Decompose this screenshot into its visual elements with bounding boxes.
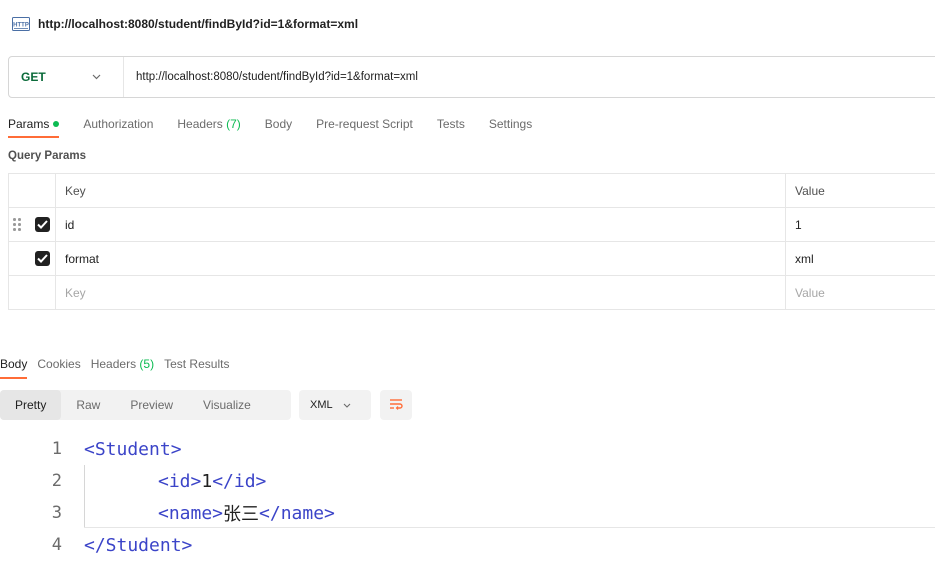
url-bar: GET http://localhost:8080/student/findBy… <box>8 56 935 98</box>
xml-tag: <id> <box>158 470 202 492</box>
code-text: </Student> <box>84 529 192 561</box>
new-value-input[interactable]: Value <box>786 276 935 309</box>
method-select[interactable]: GET <box>9 57 124 97</box>
format-label: XML <box>310 399 333 411</box>
url-input[interactable]: http://localhost:8080/student/findById?i… <box>124 71 418 83</box>
code-text: <Student> <box>84 433 182 465</box>
code-line: 3 <name> 张三 </name> <box>0 497 935 529</box>
xml-tag-closing: </Student> <box>84 534 193 556</box>
xml-tag: <Student> <box>84 438 182 460</box>
method-label: GET <box>21 70 46 84</box>
query-params-title: Query Params <box>8 150 86 162</box>
response-tabs: Body Cookies Headers (5) Test Results <box>0 357 239 379</box>
response-tab-headers[interactable]: Headers (5) <box>91 357 154 379</box>
response-headers-count: (5) <box>139 357 155 371</box>
table-row: format xml <box>8 242 935 276</box>
response-tab-cookies[interactable]: Cookies <box>37 357 80 379</box>
chevron-down-icon <box>92 72 101 83</box>
chevron-down-icon <box>343 400 351 410</box>
xml-text: 1 <box>201 470 213 492</box>
tab-label: Pre-request Script <box>316 117 413 131</box>
view-raw-button[interactable]: Raw <box>61 390 115 420</box>
table-header-row: Key Value <box>8 174 935 208</box>
table-row-empty: Key Value <box>8 276 935 310</box>
header-check-cell <box>9 174 56 207</box>
check-cell <box>9 242 56 275</box>
tab-label: Tests <box>436 117 465 131</box>
tab-pre-request-script[interactable]: Pre-request Script <box>316 116 425 138</box>
tab-label: Params <box>8 117 50 131</box>
check-cell <box>9 208 56 241</box>
tab-settings[interactable]: Settings <box>489 116 544 138</box>
view-pretty-button[interactable]: Pretty <box>0 390 62 420</box>
response-tab-body[interactable]: Body <box>0 357 28 379</box>
code-line: 4 </Student> <box>0 529 935 561</box>
checkbox-checked-icon[interactable] <box>35 217 50 232</box>
xml-tag: </name> <box>259 502 335 524</box>
request-tab-title: HTTP http://localhost:8080/student/findB… <box>12 14 358 34</box>
line-number: 3 <box>51 503 62 523</box>
request-title: http://localhost:8080/student/findById?i… <box>38 17 359 31</box>
column-header-value: Value <box>795 183 825 198</box>
drag-handle-icon[interactable] <box>13 218 23 232</box>
column-header-key: Key <box>56 174 786 207</box>
tab-label: Headers <box>177 117 223 131</box>
wrap-lines-icon <box>388 397 404 414</box>
view-visualize-button[interactable]: Visualize <box>188 390 266 420</box>
wrap-lines-button[interactable] <box>380 390 412 420</box>
tab-authorization[interactable]: Authorization <box>83 116 165 138</box>
view-mode-group: Pretty Raw Preview Visualize <box>0 390 291 420</box>
param-value-input[interactable]: 1 <box>786 208 935 241</box>
checkbox-checked-icon[interactable] <box>35 251 50 266</box>
code-line: 2 <id> 1 </id> <box>0 465 935 497</box>
headers-count: (7) <box>226 117 241 131</box>
request-tabs: Params Authorization Headers (7) Body Pr… <box>8 116 556 138</box>
code-text: <name> 张三 </name> <box>158 497 335 529</box>
response-tab-test-results[interactable]: Test Results <box>164 357 229 379</box>
tab-headers[interactable]: Headers (7) <box>177 116 252 138</box>
http-icon: HTTP <box>12 17 30 31</box>
xml-text: 张三 <box>223 504 260 525</box>
param-key-input[interactable]: format <box>56 242 786 275</box>
tab-tests[interactable]: Tests <box>437 116 477 138</box>
xml-tag: <name> <box>158 502 224 524</box>
code-text: <id> 1 </id> <box>158 465 266 497</box>
xml-tag: </id> <box>212 470 267 492</box>
check-cell <box>9 276 56 309</box>
response-body-code[interactable]: 1 <Student> 2 <id> 1 </id> 3 <name> 张三 </nam… <box>0 433 935 561</box>
tab-params[interactable]: Params <box>8 116 71 138</box>
query-params-table: Key Value id 1 format xml Key Value <box>8 173 935 310</box>
tab-label: Headers <box>90 357 137 371</box>
tab-label: Body <box>264 117 293 131</box>
line-number: 4 <box>51 535 62 555</box>
line-number: 1 <box>51 439 62 459</box>
code-line: 1 <Student> <box>0 433 935 465</box>
tab-label: Settings <box>488 117 533 131</box>
format-select[interactable]: XML <box>299 390 371 420</box>
table-row: id 1 <box>8 208 935 242</box>
view-preview-button[interactable]: Preview <box>115 390 188 420</box>
svg-text:HTTP: HTTP <box>13 23 29 29</box>
param-value-input[interactable]: xml <box>786 242 935 275</box>
tab-label: Authorization <box>83 117 154 131</box>
param-key-input[interactable]: id <box>56 208 786 241</box>
params-active-dot <box>53 121 60 127</box>
line-number: 2 <box>51 471 62 491</box>
tab-body[interactable]: Body <box>265 116 304 138</box>
new-key-input[interactable]: Key <box>56 276 786 309</box>
